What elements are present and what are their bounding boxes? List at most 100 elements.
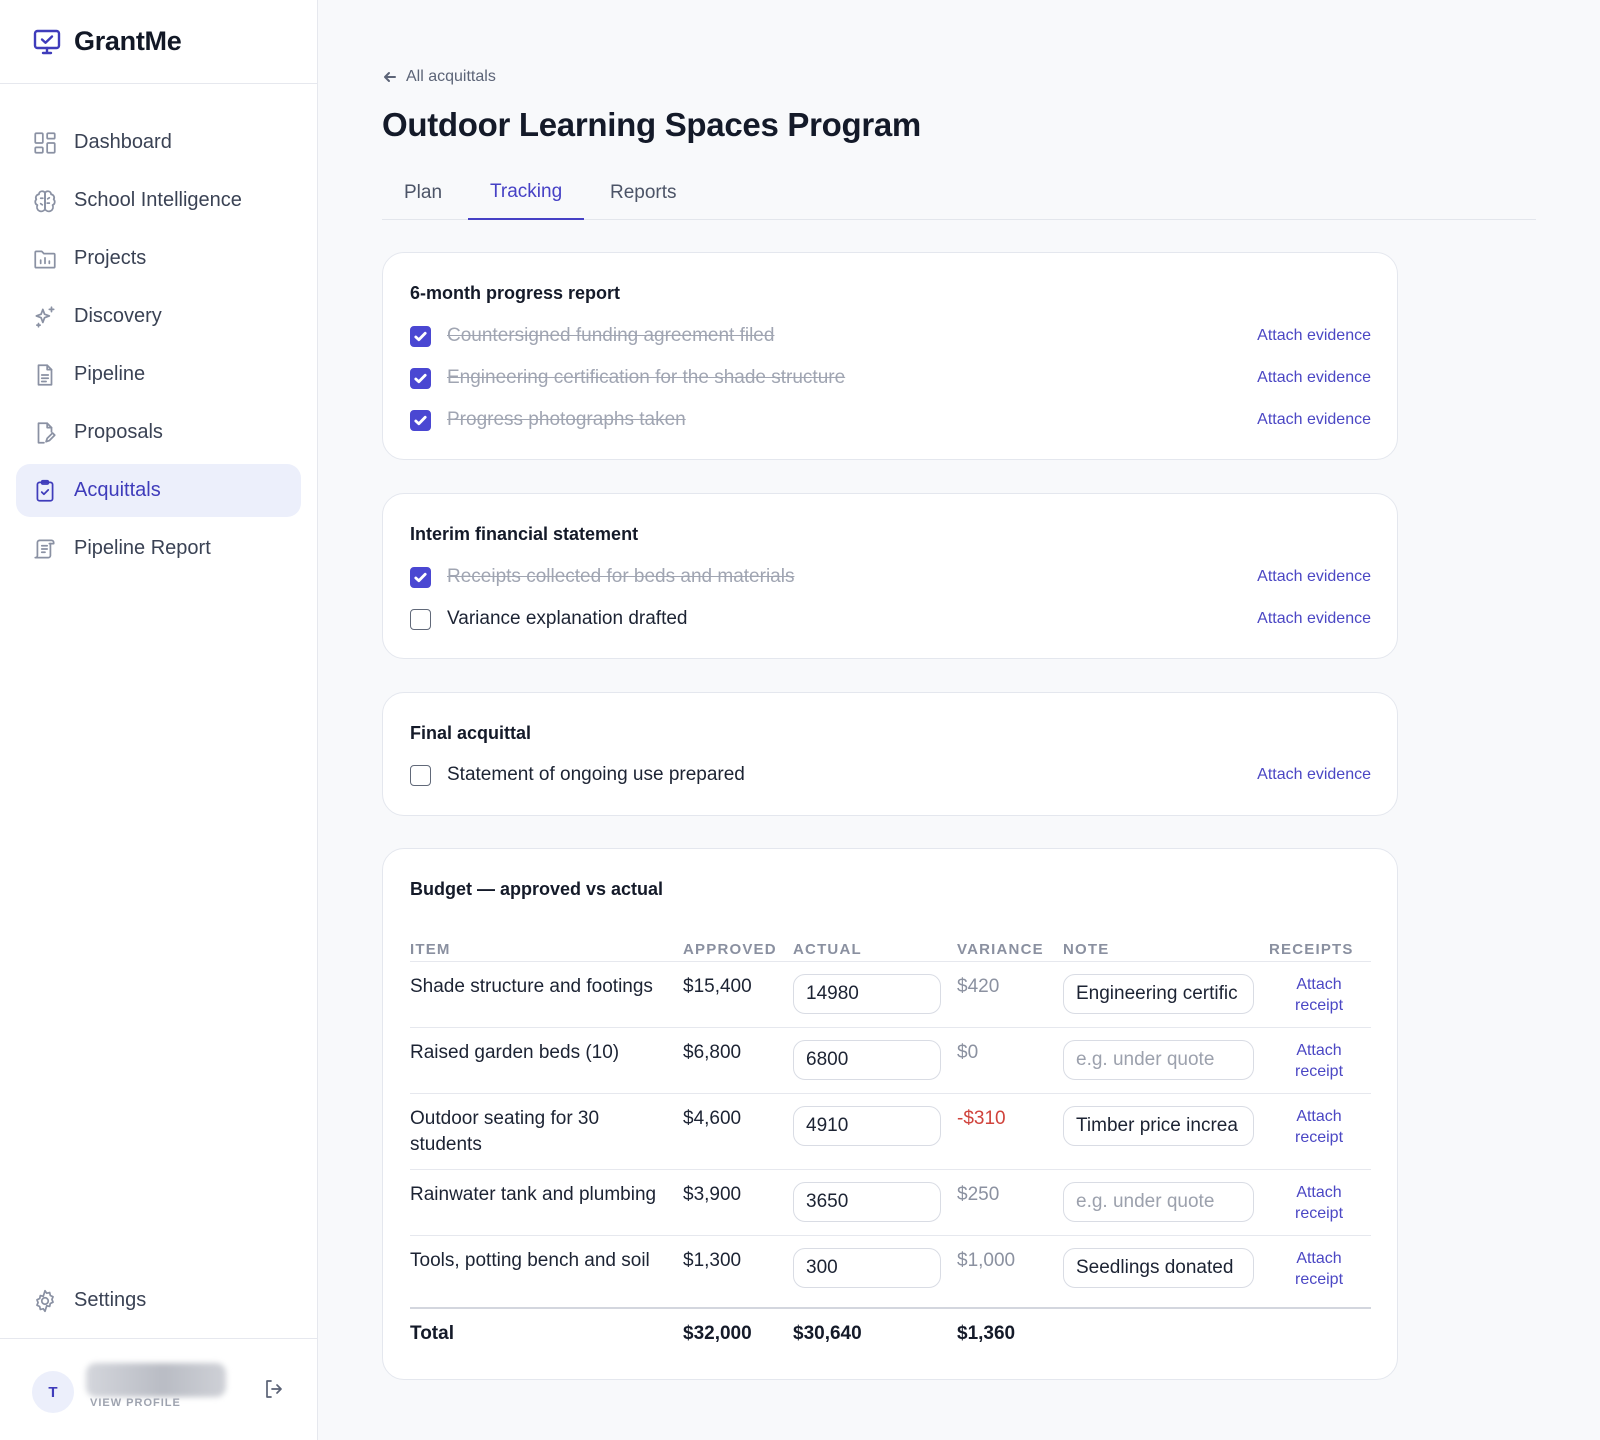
final-acquittal-card: Final acquittal Statement of ongoing use… xyxy=(382,692,1398,816)
sidebar-item-pipeline[interactable]: Pipeline xyxy=(16,348,301,401)
item-cell: Raised garden beds (10) xyxy=(410,1042,620,1063)
column-header-note: NOTE xyxy=(1063,941,1110,958)
attach-receipt-link[interactable]: Attach receipt xyxy=(1279,1248,1359,1290)
sidebar-item-proposals[interactable]: Proposals xyxy=(16,406,301,459)
variance-cell: $0 xyxy=(957,1042,979,1063)
check-icon xyxy=(414,331,427,341)
actual-input[interactable] xyxy=(793,1182,941,1222)
profile-name-blurred xyxy=(86,1363,226,1397)
interim-statement-card: Interim financial statement Receipts col… xyxy=(382,493,1398,659)
total-row: Total $32,000 $30,640 $1,360 xyxy=(410,1307,1371,1359)
checkbox[interactable] xyxy=(410,764,431,786)
logout-button[interactable] xyxy=(262,1377,286,1401)
table-row: Rainwater tank and plumbing $3,900 $250 … xyxy=(410,1169,1371,1235)
attach-receipt-link[interactable]: Attach receipt xyxy=(1279,1040,1359,1082)
variance-cell: $420 xyxy=(957,976,1000,997)
approved-cell: $1,300 xyxy=(683,1250,742,1271)
checklist-label: Receipts collected for beds and material… xyxy=(447,566,795,587)
checklist-item: Engineering certification for the shade … xyxy=(410,364,1371,392)
item-cell: Rainwater tank and plumbing xyxy=(410,1184,657,1205)
back-link[interactable]: All acquittals xyxy=(382,68,496,86)
approved-cell: $6,800 xyxy=(683,1042,742,1063)
variance-cell: -$310 xyxy=(957,1108,1006,1129)
checkbox[interactable] xyxy=(410,608,431,630)
tab-bar: Plan Tracking Reports xyxy=(382,170,1536,220)
total-variance: $1,360 xyxy=(957,1323,1016,1344)
sidebar-item-acquittals[interactable]: Acquittals xyxy=(16,464,301,517)
table-row: Raised garden beds (10) $6,800 $0 Attach… xyxy=(410,1027,1371,1093)
tab-plan[interactable]: Plan xyxy=(382,170,464,220)
sidebar-item-label: Pipeline xyxy=(74,363,146,385)
attach-evidence-link[interactable]: Attach evidence xyxy=(1257,568,1371,586)
attach-evidence-link[interactable]: Attach evidence xyxy=(1257,766,1371,784)
checkbox[interactable] xyxy=(410,409,431,431)
attach-evidence-link[interactable]: Attach evidence xyxy=(1257,327,1371,345)
total-actual: $30,640 xyxy=(793,1323,862,1344)
checklist-item: Variance explanation drafted Attach evid… xyxy=(410,605,1371,633)
table-row: Outdoor seating for 30 students $4,600 -… xyxy=(410,1093,1371,1169)
view-profile-link[interactable]: VIEW PROFILE xyxy=(90,1397,181,1409)
gear-icon xyxy=(36,1289,54,1312)
checklist-label: Statement of ongoing use prepared xyxy=(447,764,745,785)
monitor-logo-icon xyxy=(33,29,61,54)
checkbox[interactable] xyxy=(410,325,431,347)
column-header-actual: ACTUAL xyxy=(793,941,862,958)
checkbox[interactable] xyxy=(410,566,431,588)
checkbox[interactable] xyxy=(410,367,431,389)
table-row: Tools, potting bench and soil $1,300 $1,… xyxy=(410,1235,1371,1307)
sidebar-item-settings[interactable]: Settings xyxy=(16,1274,301,1327)
attach-receipt-link[interactable]: Attach receipt xyxy=(1279,1106,1359,1148)
section-title: Interim financial statement xyxy=(410,524,639,544)
attach-evidence-link[interactable]: Attach evidence xyxy=(1257,610,1371,628)
actual-input[interactable] xyxy=(793,1040,941,1080)
sidebar-item-label: Settings xyxy=(74,1289,147,1311)
sidebar-item-pipeline-report[interactable]: Pipeline Report xyxy=(16,522,301,575)
page-title: Outdoor Learning Spaces Program xyxy=(382,106,921,143)
actual-input[interactable] xyxy=(793,974,941,1014)
note-input[interactable] xyxy=(1063,974,1254,1014)
avatar[interactable]: T xyxy=(32,1371,74,1413)
actual-input[interactable] xyxy=(793,1106,941,1146)
brain-icon xyxy=(34,189,56,212)
budget-card: Budget — approved vs actual ITEM APPROVE… xyxy=(382,848,1398,1380)
note-input[interactable] xyxy=(1063,1040,1254,1080)
document-edit-icon xyxy=(37,421,56,444)
sidebar-item-discovery[interactable]: Discovery xyxy=(16,290,301,343)
check-icon xyxy=(414,373,427,383)
column-header-approved: APPROVED xyxy=(683,941,777,958)
document-icon xyxy=(37,363,53,386)
attach-evidence-link[interactable]: Attach evidence xyxy=(1257,369,1371,387)
sidebar-item-label: School Intelligence xyxy=(74,189,242,211)
brand[interactable]: GrantMe xyxy=(0,0,317,84)
checklist-item: Statement of ongoing use prepared Attach… xyxy=(410,761,1371,789)
section-title: 6-month progress report xyxy=(410,283,621,303)
app-name: GrantMe xyxy=(74,26,182,56)
attach-receipt-link[interactable]: Attach receipt xyxy=(1279,974,1359,1016)
note-input[interactable] xyxy=(1063,1248,1254,1288)
tab-reports[interactable]: Reports xyxy=(588,170,699,220)
note-input[interactable] xyxy=(1063,1182,1254,1222)
actual-input[interactable] xyxy=(793,1248,941,1288)
attach-evidence-link[interactable]: Attach evidence xyxy=(1257,411,1371,429)
sidebar-item-school-intelligence[interactable]: School Intelligence xyxy=(16,174,301,227)
total-label: Total xyxy=(410,1323,454,1344)
clipboard-check-icon xyxy=(36,479,54,502)
column-header-variance: VARIANCE xyxy=(957,941,1044,958)
sidebar-item-label: Discovery xyxy=(74,305,162,327)
attach-receipt-link[interactable]: Attach receipt xyxy=(1279,1182,1359,1224)
folder-chart-icon xyxy=(34,250,56,269)
approved-cell: $3,900 xyxy=(683,1184,742,1205)
note-input[interactable] xyxy=(1063,1106,1254,1146)
approved-cell: $15,400 xyxy=(683,976,752,997)
sidebar-item-projects[interactable]: Projects xyxy=(16,232,301,285)
tab-tracking[interactable]: Tracking xyxy=(468,170,585,220)
checklist-label: Countersigned funding agreement filed xyxy=(447,325,775,346)
checklist-item: Progress photographs taken Attach eviden… xyxy=(410,406,1371,434)
sidebar-item-label: Dashboard xyxy=(74,131,172,153)
item-cell: Tools, potting bench and soil xyxy=(410,1250,650,1271)
sidebar-item-label: Acquittals xyxy=(74,479,161,501)
section-title: Budget — approved vs actual xyxy=(410,879,664,899)
sidebar-item-dashboard[interactable]: Dashboard xyxy=(16,116,301,169)
sparkles-icon xyxy=(35,305,55,328)
back-link-label: All acquittals xyxy=(406,68,496,85)
